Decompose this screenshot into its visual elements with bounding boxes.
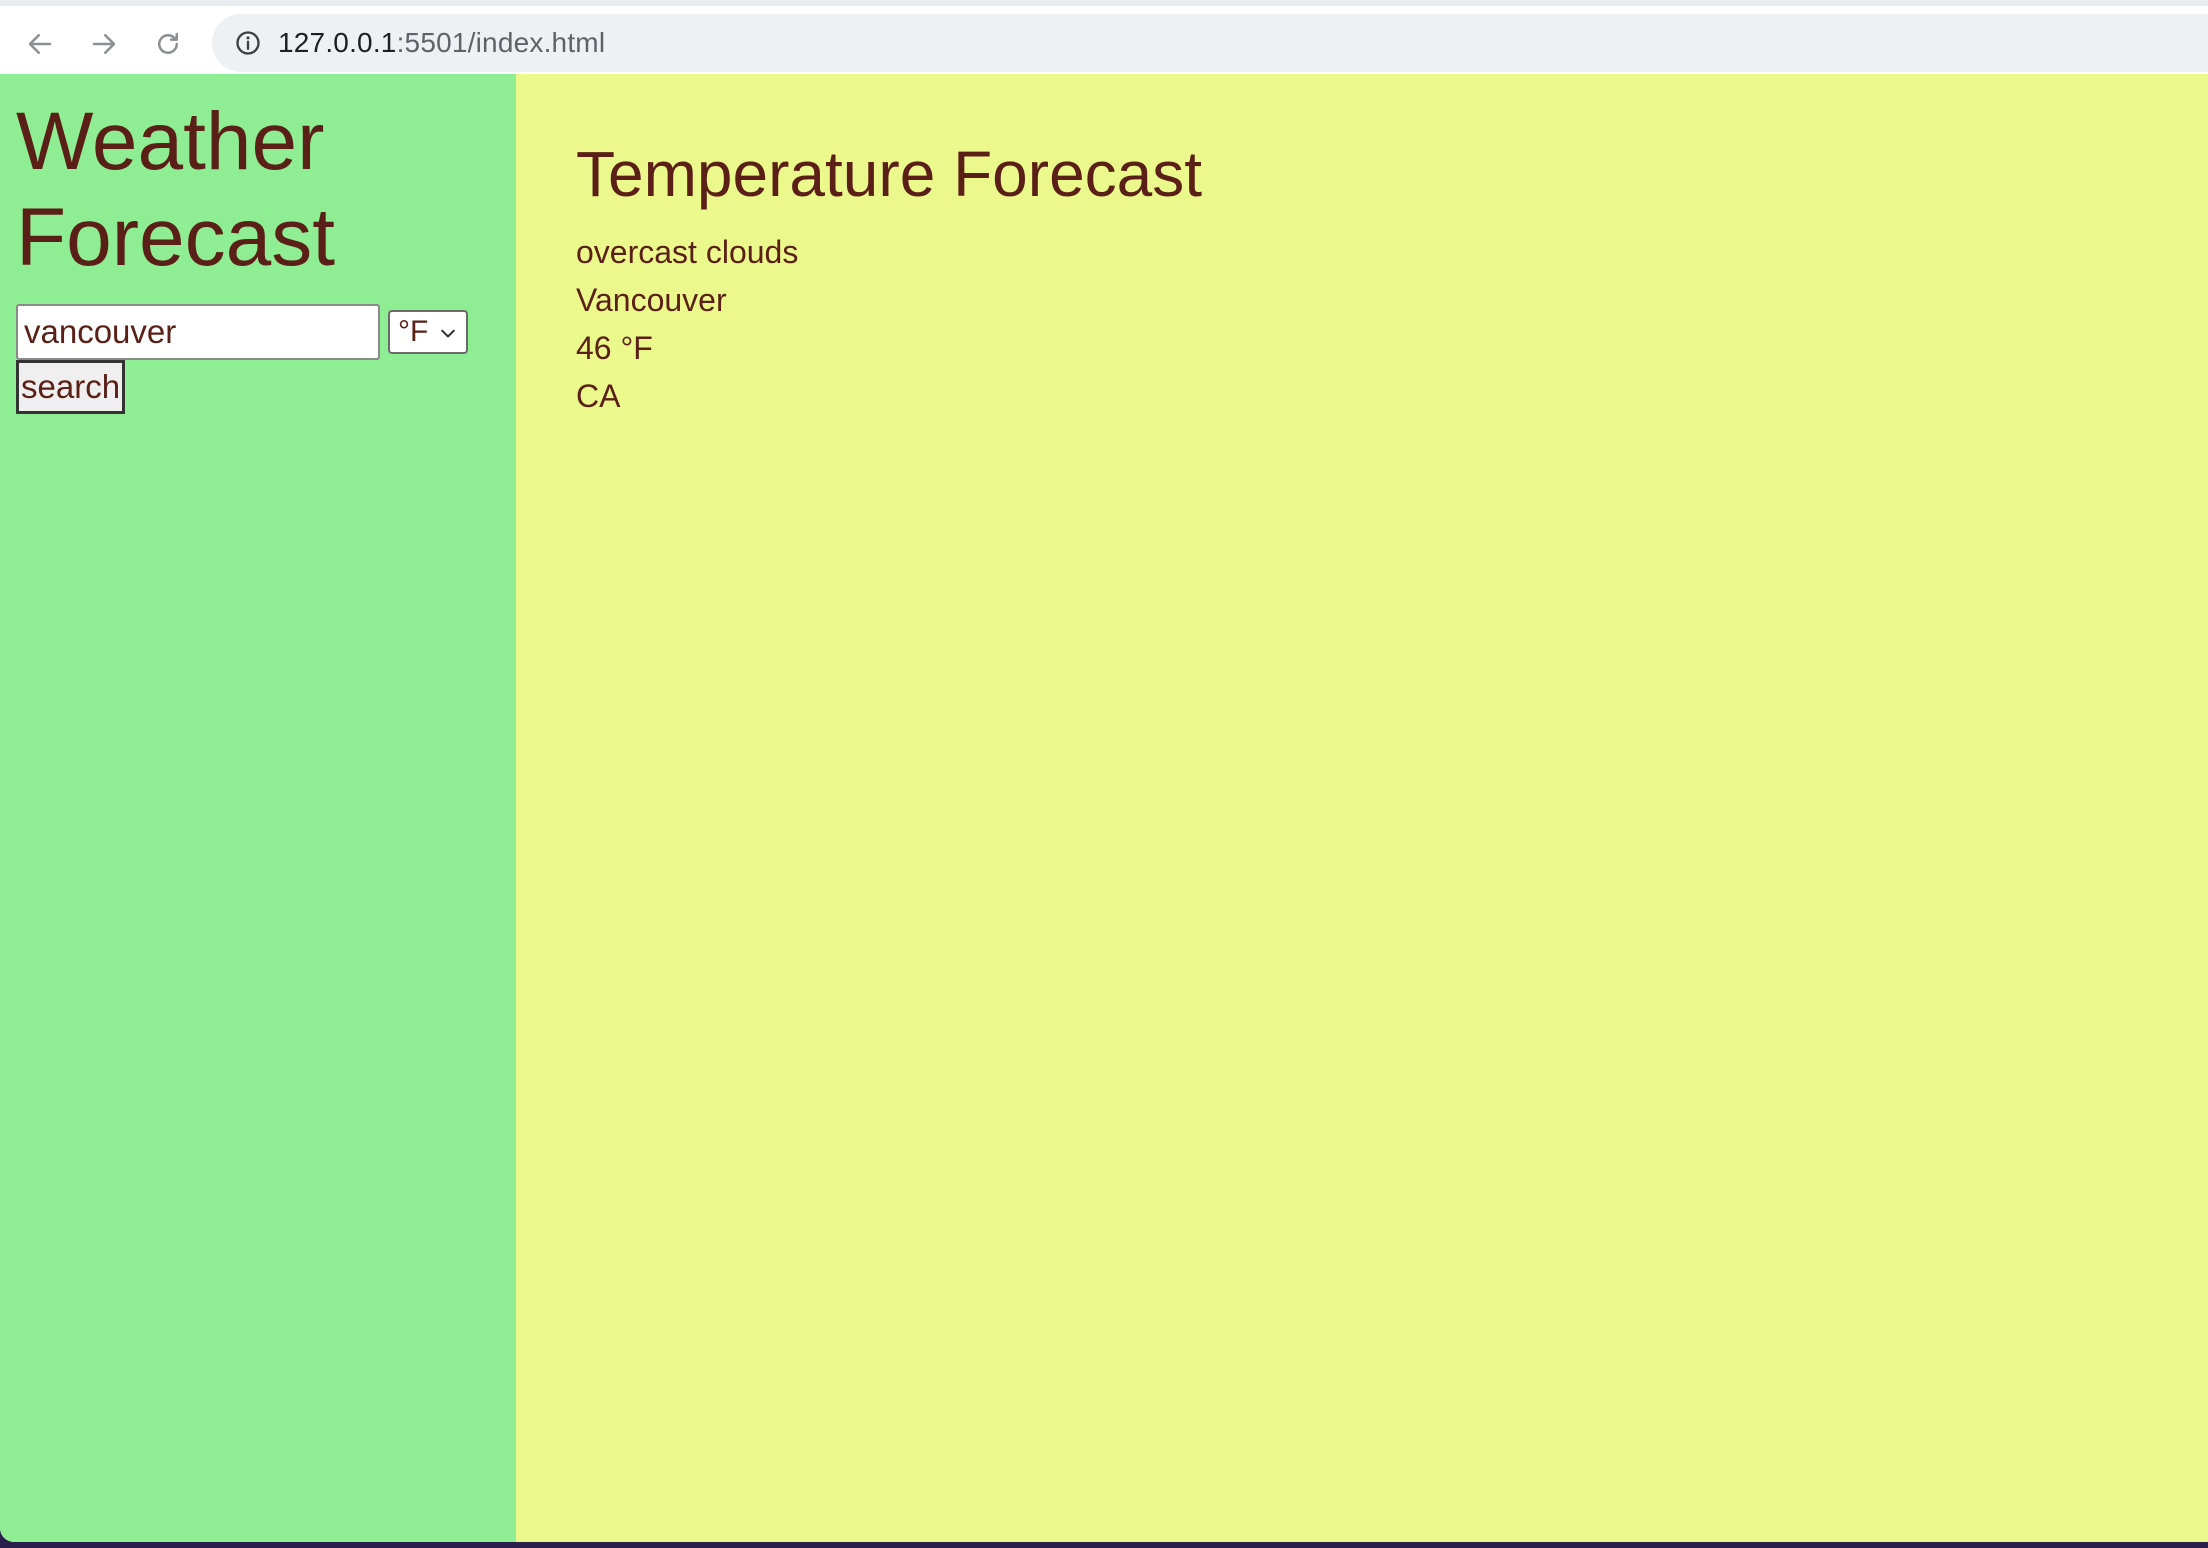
city-name: Vancouver	[576, 282, 727, 318]
info-icon[interactable]	[232, 27, 264, 59]
address-bar[interactable]: 127.0.0.1:5501/index.html	[212, 14, 2208, 72]
browser-window: 127.0.0.1:5501/index.html Weather Foreca…	[0, 0, 2208, 1542]
forecast-title: Temperature Forecast	[576, 138, 1203, 210]
url-text: 127.0.0.1:5501/index.html	[278, 27, 605, 59]
back-button[interactable]	[18, 22, 62, 66]
search-button[interactable]: search	[16, 360, 126, 414]
reload-icon	[158, 32, 178, 54]
unit-select-value: °F	[398, 315, 429, 348]
app-title: Weather Forecast	[16, 96, 335, 283]
temperature-value: 46 °F	[576, 330, 653, 366]
country-code: CA	[576, 378, 621, 414]
url-host: 127.0.0.1	[278, 27, 397, 58]
unit-select[interactable]: °F	[388, 310, 468, 354]
weather-description: overcast clouds	[576, 234, 799, 270]
city-search-input[interactable]	[16, 304, 380, 360]
arrow-left-icon	[28, 34, 52, 54]
reload-button[interactable]	[146, 22, 190, 66]
url-path: :5501/index.html	[396, 27, 606, 58]
browser-toolbar: 127.0.0.1:5501/index.html	[0, 0, 2208, 74]
chevron-down-icon	[441, 329, 455, 338]
sidebar: Weather Forecast °F search	[0, 74, 516, 1542]
forward-button[interactable]	[82, 22, 126, 66]
arrow-right-icon	[92, 34, 116, 54]
forecast-panel: Temperature Forecast overcast clouds Van…	[516, 74, 2208, 1542]
page-content: Weather Forecast °F search Temperature F…	[0, 74, 2208, 1542]
